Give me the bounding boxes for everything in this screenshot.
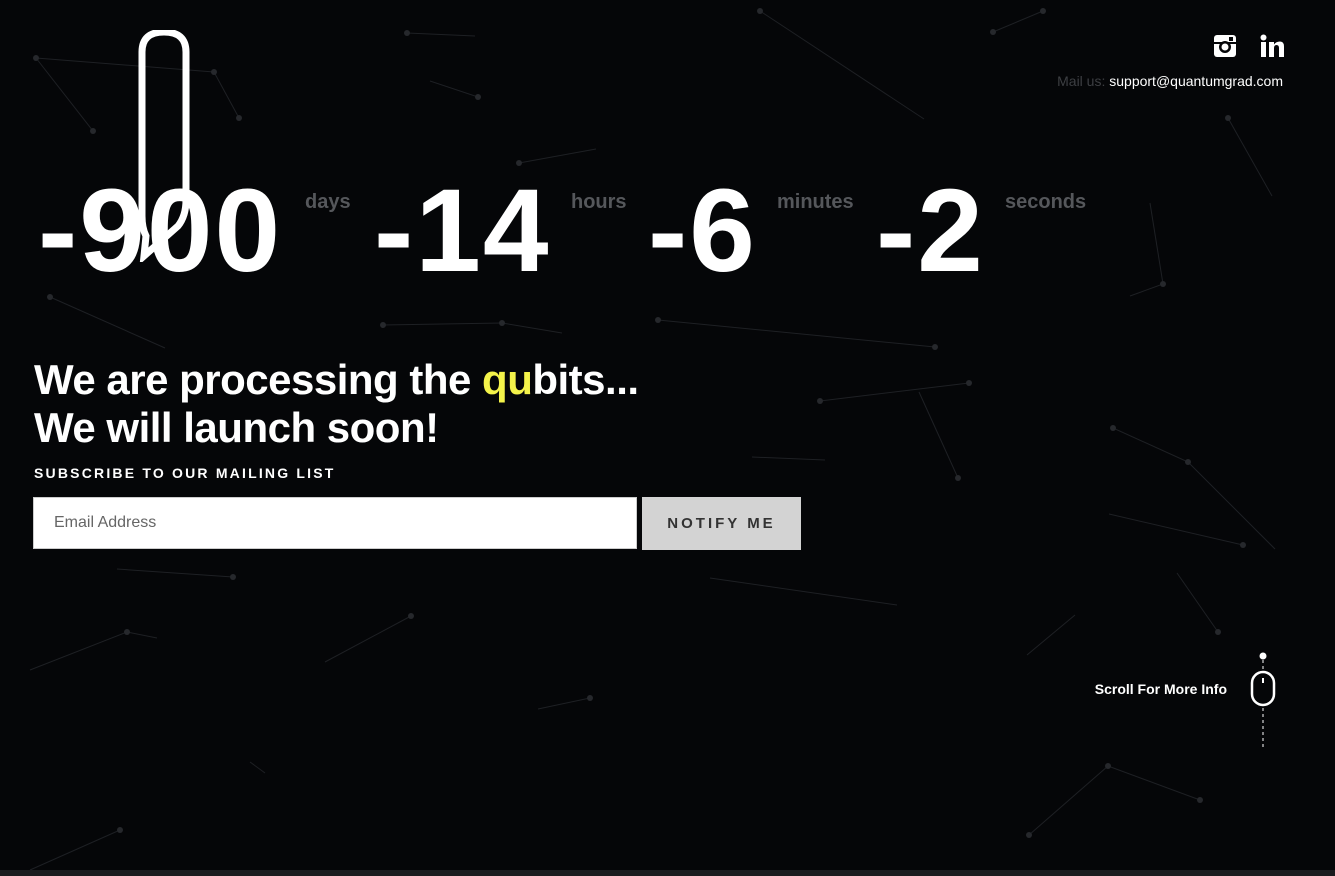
instagram-icon[interactable]: [1213, 34, 1237, 63]
bottom-bar: [0, 870, 1335, 876]
countdown-days-label: days: [305, 191, 351, 213]
email-input[interactable]: [33, 497, 637, 549]
notify-me-button[interactable]: NOTIFY ME: [642, 497, 801, 550]
linkedin-icon[interactable]: [1259, 34, 1285, 63]
countdown-days: -900: [38, 165, 283, 297]
headline-line2: We will launch soon!: [34, 404, 439, 451]
social-links: [1213, 34, 1285, 63]
countdown-hours: -14: [374, 165, 551, 297]
scroll-label[interactable]: Scroll For More Info: [1095, 681, 1227, 697]
subscribe-title: SUBSCRIBE TO OUR MAILING LIST: [34, 465, 336, 481]
mail-contact: Mail us: support@quantumgrad.com: [1057, 73, 1283, 89]
mail-address-link[interactable]: support@quantumgrad.com: [1109, 73, 1283, 89]
headline: We are processing the qubits... We will …: [34, 356, 639, 452]
headline-text-end: bits...: [532, 356, 639, 403]
countdown-minutes-label: minutes: [777, 191, 854, 213]
countdown-seconds-label: seconds: [1005, 191, 1087, 213]
countdown-minutes: -6: [648, 165, 757, 297]
countdown-hours-label: hours: [571, 191, 627, 213]
headline-text: We are processing the: [34, 356, 483, 403]
mouse-scroll-icon[interactable]: [1248, 650, 1278, 750]
countdown-seconds: -2: [876, 165, 985, 297]
headline-highlight: qu: [482, 356, 533, 403]
mail-label: Mail us:: [1057, 73, 1106, 89]
